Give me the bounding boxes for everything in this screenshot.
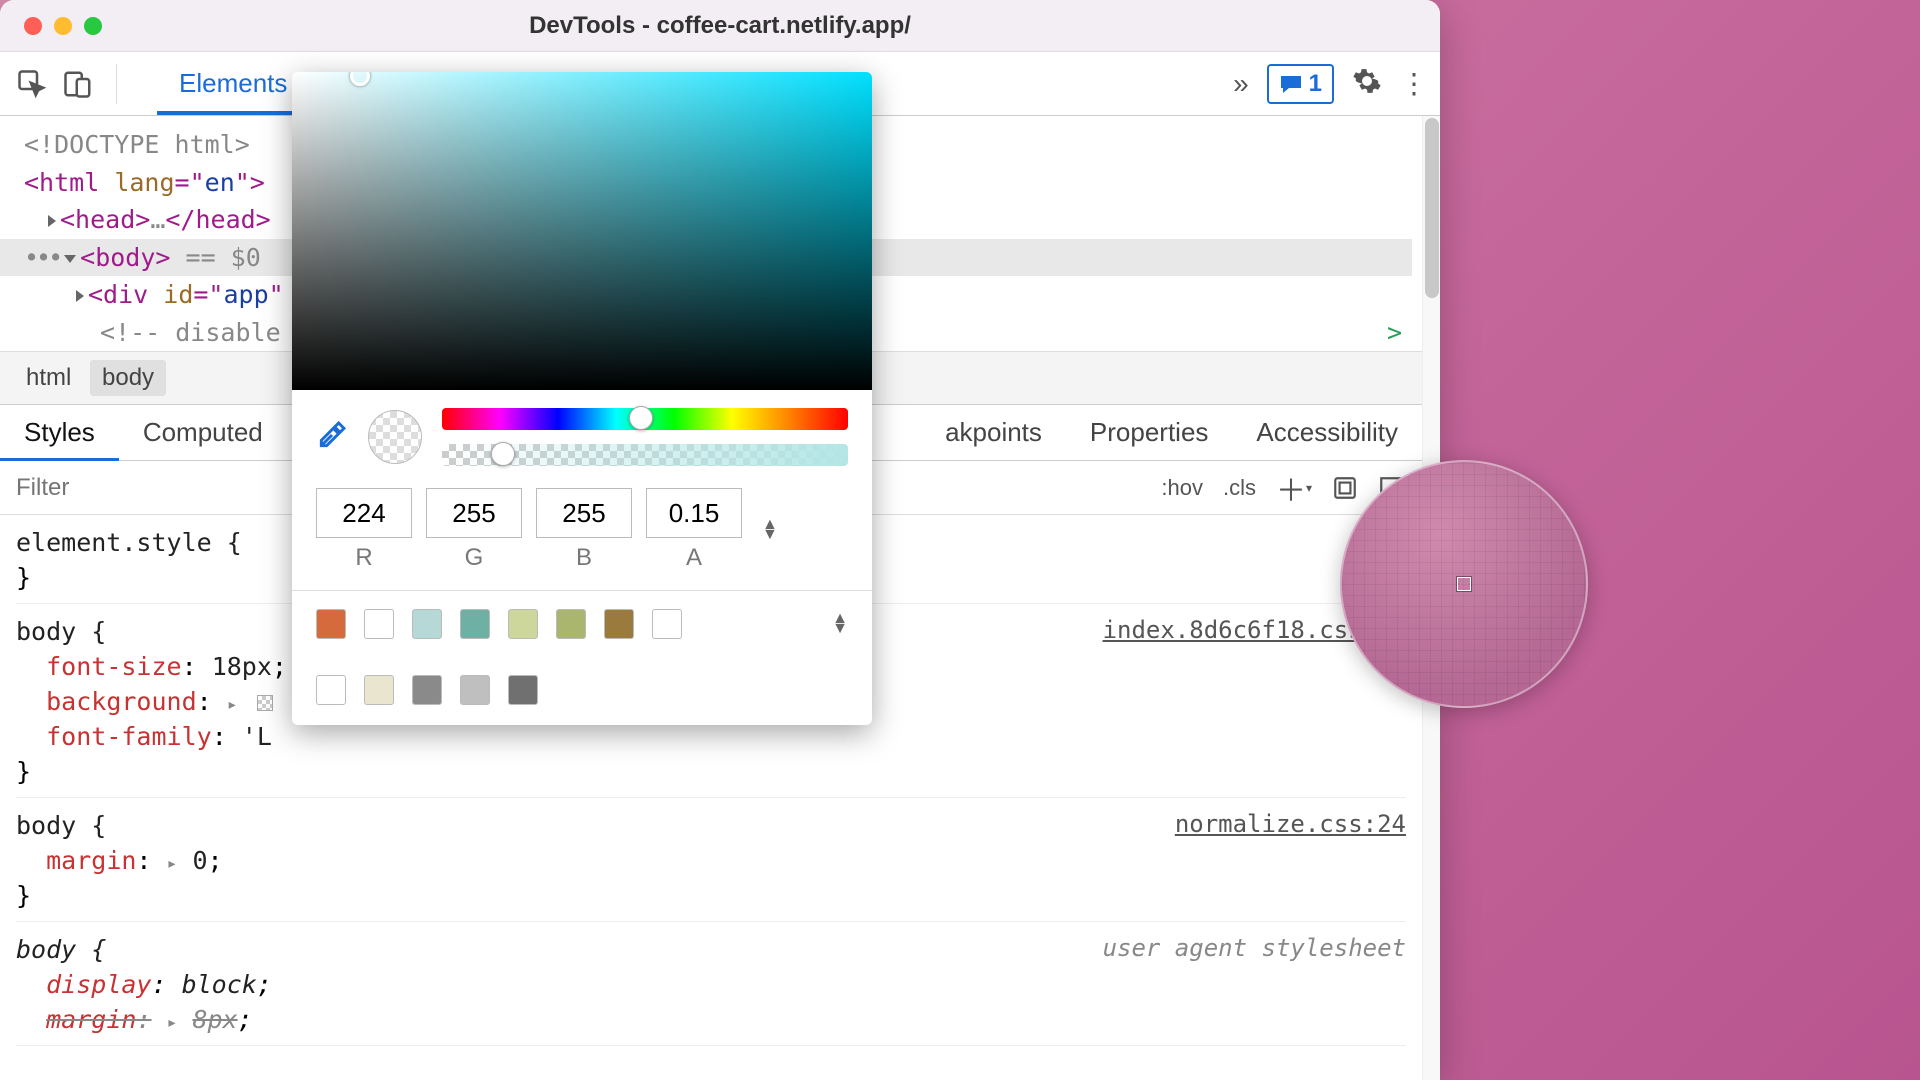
swatch-page-toggle[interactable]: ▲▼ (832, 614, 848, 634)
hue-slider[interactable] (442, 408, 848, 430)
swatch[interactable] (460, 675, 490, 705)
cls-toggle[interactable]: .cls (1223, 475, 1256, 501)
picker-b-input[interactable] (536, 488, 632, 538)
titlebar: DevTools - coffee-cart.netlify.app/ (0, 0, 1440, 52)
hue-thumb[interactable] (629, 406, 653, 430)
breadcrumb-html[interactable]: html (14, 360, 83, 396)
breadcrumb-body[interactable]: body (90, 360, 166, 396)
window-title: DevTools - coffee-cart.netlify.app/ (0, 12, 1440, 40)
more-tabs-button[interactable]: » (1233, 68, 1249, 100)
subtab-computed[interactable]: Computed (119, 405, 287, 460)
inspect-element-icon[interactable] (14, 66, 50, 102)
swatch[interactable] (460, 609, 490, 639)
picker-g-input[interactable] (426, 488, 522, 538)
tab-elements[interactable]: Elements (157, 52, 309, 115)
color-swatch[interactable] (257, 695, 273, 711)
picker-r-input[interactable] (316, 488, 412, 538)
subtab-properties[interactable]: Properties (1066, 405, 1233, 460)
device-toolbar-icon[interactable] (60, 66, 96, 102)
current-color-preview (368, 410, 422, 464)
doctype: <!DOCTYPE html> (24, 130, 250, 159)
rule-body-normalize: body {normalize.css:24 margin: ▸ 0; } (16, 808, 1406, 922)
gear-icon (1352, 66, 1382, 96)
traffic-lights (24, 17, 102, 35)
picker-cursor[interactable] (350, 72, 370, 86)
color-picker: R G B A ▲▼ ▲▼ (292, 72, 872, 725)
close-window-button[interactable] (24, 17, 42, 35)
expand-icon[interactable] (48, 215, 56, 227)
devtools-window: DevTools - coffee-cart.netlify.app/ Elem… (0, 0, 1440, 1080)
eyedropper-icon (316, 419, 348, 451)
settings-button[interactable] (1352, 66, 1382, 101)
picker-a-input[interactable] (646, 488, 742, 538)
subtab-accessibility[interactable]: Accessibility (1232, 405, 1422, 460)
picker-saturation-field[interactable] (292, 72, 872, 390)
scrollbar-thumb[interactable] (1425, 118, 1439, 298)
swatch[interactable] (556, 609, 586, 639)
issues-badge[interactable]: 1 (1267, 64, 1334, 104)
minimize-window-button[interactable] (54, 17, 72, 35)
selected-marker: ••• (24, 243, 60, 272)
alpha-thumb[interactable] (491, 442, 515, 466)
subtab-styles[interactable]: Styles (0, 405, 119, 460)
swatch[interactable] (508, 609, 538, 639)
eyedropper-button[interactable] (316, 419, 348, 456)
source-link[interactable]: normalize.css:24 (1175, 808, 1406, 843)
more-menu-button[interactable]: ⋮ (1400, 67, 1426, 100)
swatch[interactable] (652, 609, 682, 639)
issues-count: 1 (1309, 70, 1322, 98)
message-icon (1279, 74, 1303, 94)
swatch[interactable] (316, 675, 346, 705)
new-rule-button[interactable]: ＋▾ (1276, 466, 1312, 510)
swatch[interactable] (364, 609, 394, 639)
expand-icon[interactable] (76, 290, 84, 302)
swatch[interactable] (412, 675, 442, 705)
rule-body-ua: body {user agent stylesheet display: blo… (16, 932, 1406, 1046)
swatch[interactable] (364, 675, 394, 705)
swatch[interactable] (316, 609, 346, 639)
source-ua: user agent stylesheet (1103, 932, 1406, 967)
hov-toggle[interactable]: :hov (1161, 475, 1203, 501)
swatch[interactable] (412, 609, 442, 639)
subtab-breakpoints[interactable]: akpoints (921, 405, 1066, 460)
collapse-icon[interactable] (64, 255, 76, 263)
eyedropper-magnifier[interactable] (1340, 460, 1588, 708)
swatch[interactable] (604, 609, 634, 639)
swatch-palette: ▲▼ (292, 601, 872, 725)
zoom-window-button[interactable] (84, 17, 102, 35)
alpha-slider[interactable] (442, 444, 848, 466)
swatch[interactable] (508, 675, 538, 705)
divider (116, 64, 117, 104)
color-mode-toggle[interactable]: ▲▼ (762, 520, 778, 540)
